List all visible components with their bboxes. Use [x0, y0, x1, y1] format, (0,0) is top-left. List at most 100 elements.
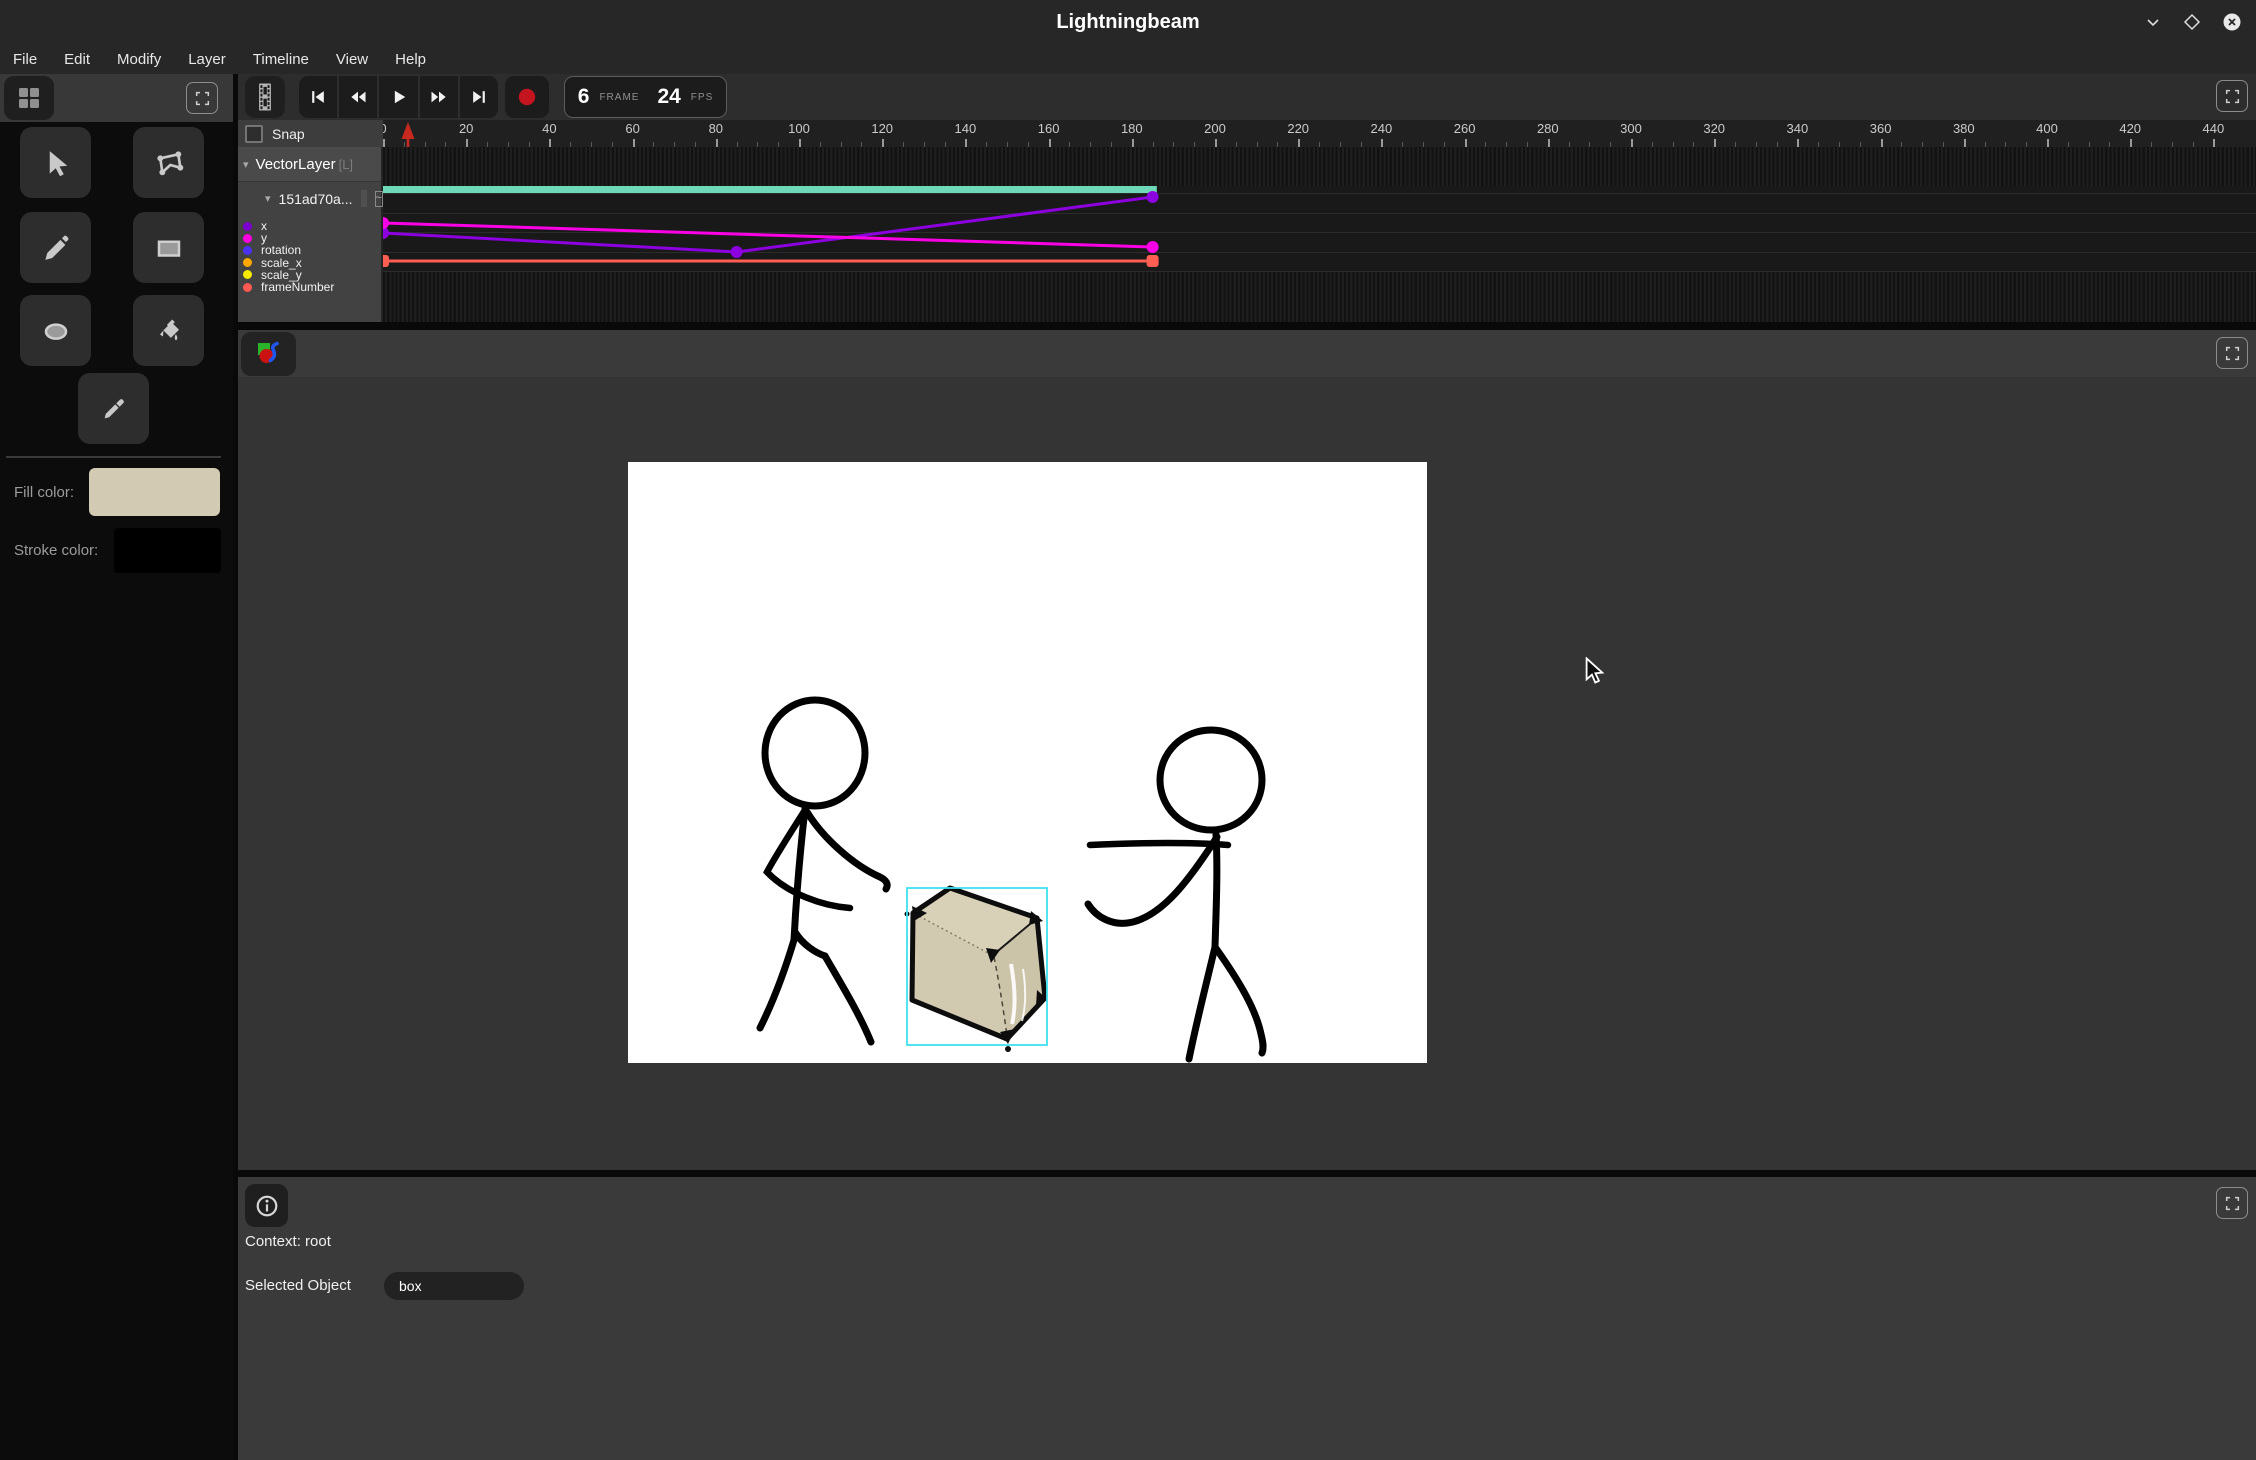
timeline-tracks[interactable] — [383, 147, 2256, 322]
transform-icon — [153, 147, 185, 179]
frame-value[interactable]: 6 — [578, 85, 590, 109]
rewind-button[interactable] — [339, 76, 379, 118]
transform-tool-button[interactable] — [133, 127, 204, 198]
pencil-icon — [41, 233, 71, 263]
select-tool-button[interactable] — [20, 127, 91, 198]
curve-y[interactable] — [383, 223, 1153, 247]
menu-view[interactable]: View — [336, 51, 368, 68]
ruler-label: 100 — [788, 121, 810, 136]
skip-start-button[interactable] — [299, 76, 339, 118]
selected-box-object[interactable] — [905, 888, 1048, 1052]
ruler-label: 280 — [1537, 121, 1559, 136]
frame-fps-box: 6 FRAME 24 FPS — [564, 76, 727, 118]
info-icon[interactable] — [245, 1184, 288, 1227]
tools-expand-icon[interactable] — [186, 82, 218, 114]
timeline-toolbar: 6 FRAME 24 FPS — [238, 74, 2256, 120]
fast-forward-button[interactable] — [420, 76, 460, 118]
ruler-tick — [1132, 139, 1134, 147]
ruler-tick — [716, 139, 718, 147]
snap-checkbox[interactable] — [245, 125, 263, 143]
paint-bucket-icon — [154, 316, 184, 346]
menu-help[interactable]: Help — [395, 51, 426, 68]
keyframe-curves[interactable] — [383, 147, 2256, 322]
paint-bucket-tool-button[interactable] — [133, 295, 204, 366]
ruler-label: 60 — [625, 121, 639, 136]
fps-value[interactable]: 24 — [657, 85, 680, 109]
ruler-label: 260 — [1454, 121, 1476, 136]
stroke-color-swatch[interactable] — [114, 528, 221, 573]
collapse-triangle-icon[interactable]: ▾ — [265, 192, 271, 205]
keyframe-y[interactable] — [383, 217, 389, 229]
record-button[interactable] — [505, 76, 549, 118]
stick-figure-left[interactable] — [760, 700, 887, 1042]
ruler-tick — [1465, 139, 1467, 147]
layer-badge: [L] — [339, 157, 353, 172]
rectangle-tool-button[interactable] — [133, 212, 204, 283]
title-bar: Lightningbeam — [0, 0, 2256, 44]
ruler-tick — [1548, 139, 1550, 147]
property-row-y[interactable]: y — [238, 232, 381, 244]
minimize-icon[interactable] — [2142, 11, 2164, 33]
ruler-tick — [466, 139, 468, 147]
property-row-scale_x[interactable]: scale_x — [238, 257, 381, 269]
stick-figure-right[interactable] — [1088, 730, 1263, 1059]
ruler-tick — [1298, 139, 1300, 147]
ruler-label: 200 — [1204, 121, 1226, 136]
playhead[interactable] — [400, 120, 416, 147]
ruler-label: 380 — [1953, 121, 1975, 136]
property-label: frameNumber — [261, 280, 334, 294]
fast-forward-icon — [428, 87, 450, 107]
layer-extent-bar[interactable] — [383, 186, 1157, 193]
keyframe-frameNumber[interactable] — [383, 255, 389, 267]
ellipse-tool-button[interactable] — [20, 295, 91, 366]
property-row-rotation[interactable]: rotation — [238, 244, 381, 256]
inspector-panel: Context: root Selected Object box — [238, 1177, 2256, 1460]
pencil-tool-button[interactable] — [20, 212, 91, 283]
menu-timeline[interactable]: Timeline — [253, 51, 309, 68]
keyframe-y[interactable] — [1147, 241, 1159, 253]
play-button[interactable] — [379, 76, 419, 118]
skip-end-button[interactable] — [460, 76, 498, 118]
ruler-tick — [1964, 139, 1966, 147]
maximize-icon[interactable] — [2181, 11, 2203, 33]
object-visibility-toggle-icon[interactable] — [361, 190, 367, 207]
menu-modify[interactable]: Modify — [117, 51, 161, 68]
record-icon — [517, 87, 537, 107]
collapse-triangle-icon[interactable]: ▾ — [243, 158, 249, 171]
property-row-x[interactable]: x — [238, 220, 381, 232]
canvas-expand-icon[interactable] — [2216, 337, 2248, 369]
film-icon[interactable] — [245, 76, 285, 118]
selected-object-label: Selected Object — [245, 1277, 351, 1294]
stage[interactable] — [628, 462, 1427, 1063]
keyframe-x[interactable] — [1147, 191, 1159, 203]
object-tween-toggle-icon[interactable]: ~ — [375, 191, 383, 207]
panel-grid-icon[interactable] — [4, 76, 54, 120]
selected-object-field[interactable]: box — [384, 1272, 524, 1300]
timeline-expand-icon[interactable] — [2216, 80, 2248, 112]
timeline-ruler[interactable]: 0204060801001201401601802002202402602803… — [383, 120, 2256, 147]
ruler-tick — [633, 139, 635, 147]
layer-row[interactable]: ▾ VectorLayer [L] — [238, 147, 381, 182]
object-name: 151ad70a... — [279, 191, 353, 207]
ruler-tick — [549, 139, 551, 147]
rectangle-icon — [154, 233, 184, 263]
ruler-tick — [1381, 139, 1383, 147]
ruler-tick — [1215, 139, 1217, 147]
close-icon[interactable] — [2221, 11, 2243, 33]
keyframe-x[interactable] — [731, 246, 743, 258]
property-row-frameNumber[interactable]: frameNumber — [238, 281, 381, 293]
eyedropper-tool-button[interactable] — [78, 373, 149, 444]
ruler-label: 0 — [383, 121, 387, 136]
inspector-expand-icon[interactable] — [2216, 1187, 2248, 1219]
ruler-tick — [1631, 139, 1633, 147]
fill-color-swatch[interactable] — [89, 468, 220, 516]
keyframe-frameNumber[interactable] — [1147, 255, 1159, 267]
ruler-label: 160 — [1038, 121, 1060, 136]
ruler-label: 180 — [1121, 121, 1143, 136]
menu-edit[interactable]: Edit — [64, 51, 90, 68]
object-row[interactable]: ▾ 151ad70a... ~ — [238, 182, 381, 215]
ellipse-icon — [41, 316, 71, 346]
lightningbeam-logo-icon[interactable] — [241, 332, 296, 376]
menu-file[interactable]: File — [13, 51, 37, 68]
menu-layer[interactable]: Layer — [188, 51, 226, 68]
